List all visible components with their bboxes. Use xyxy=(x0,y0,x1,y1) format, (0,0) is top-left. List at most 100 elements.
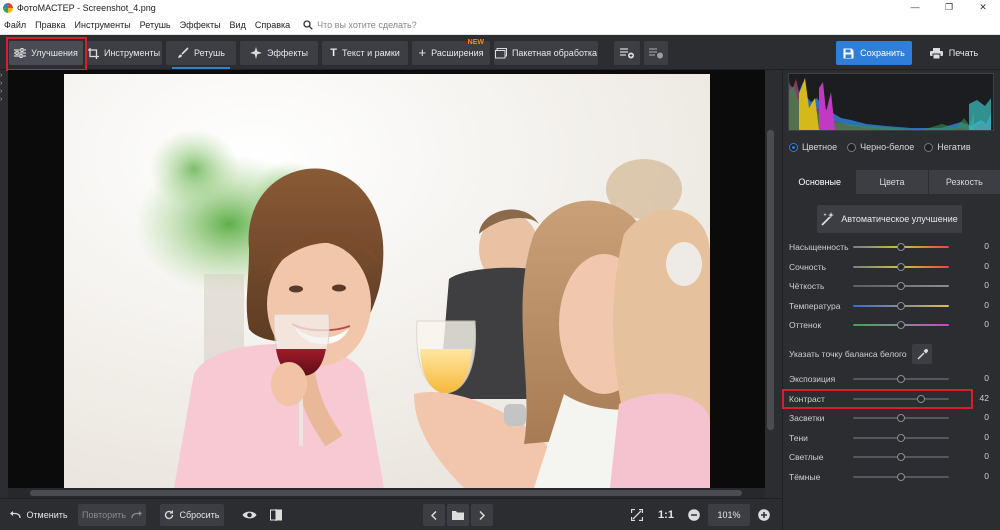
menu-view[interactable]: Вид xyxy=(230,20,246,30)
slider-knob[interactable] xyxy=(897,262,905,271)
slider-row: Тени 0 xyxy=(789,431,995,445)
radio-negative[interactable]: Негатив xyxy=(924,142,971,152)
print-button[interactable]: Печать xyxy=(918,41,990,65)
add-settings-button[interactable] xyxy=(614,41,640,65)
slider-knob[interactable] xyxy=(897,453,905,461)
radio-dot xyxy=(789,142,798,152)
menu-tools[interactable]: Инструменты xyxy=(75,20,131,30)
slider-label: Экспозиция xyxy=(789,374,836,384)
chevron-left-icon xyxy=(431,510,437,520)
eyedropper-button[interactable] xyxy=(912,344,932,364)
slider-value: 0 xyxy=(984,431,989,442)
brush-icon xyxy=(178,47,189,58)
list-add-icon xyxy=(620,48,634,59)
redo-button[interactable]: Повторить xyxy=(78,504,146,526)
slider-row: Температура 0 xyxy=(789,299,995,313)
photo-preview[interactable] xyxy=(64,74,710,488)
slider-knob[interactable] xyxy=(897,282,905,290)
photo-image xyxy=(64,74,710,488)
prev-image-button[interactable] xyxy=(423,504,445,526)
zoom-level[interactable]: 101% xyxy=(708,504,750,526)
slider-row: Тёмные 0 xyxy=(789,470,995,484)
auto-enhance-button[interactable]: Автоматическое улучшение xyxy=(817,205,962,233)
tab-sharpness[interactable]: Резкость xyxy=(928,170,1000,194)
actual-size-button[interactable]: 1:1 xyxy=(654,504,678,526)
slider-knob[interactable] xyxy=(897,243,905,251)
undo-button[interactable]: Отменить xyxy=(6,504,72,526)
horizontal-scrollbar[interactable] xyxy=(8,488,765,498)
radio-black-white[interactable]: Черно-белое xyxy=(847,142,914,152)
tab-tools[interactable]: Инструменты xyxy=(86,41,162,65)
compare-button[interactable] xyxy=(266,504,286,526)
menu-file[interactable]: Файл xyxy=(4,20,26,30)
tab-label: Инструменты xyxy=(103,48,161,58)
zoom-in-button[interactable] xyxy=(754,504,774,526)
preview-eye-button[interactable] xyxy=(238,504,260,526)
sparkle-icon xyxy=(250,47,263,59)
redo-label: Повторить xyxy=(82,510,126,520)
slider-knob[interactable] xyxy=(897,375,905,383)
tab-effects[interactable]: Эффекты xyxy=(240,41,318,65)
open-folder-button[interactable] xyxy=(447,504,469,526)
horizontal-scroll-thumb[interactable] xyxy=(30,490,742,496)
history-settings-button[interactable] xyxy=(644,41,668,65)
tab-basic[interactable]: Основные xyxy=(784,170,857,194)
color-mode-group: Цветное Черно-белое Негатив xyxy=(789,142,971,152)
histogram-graph xyxy=(789,78,991,132)
folder-icon xyxy=(452,511,464,520)
slider-label: Светлые xyxy=(789,452,824,462)
tab-label: Текст и рамки xyxy=(341,48,400,58)
next-image-button[interactable] xyxy=(471,504,493,526)
slider-row: Чёткость 0 xyxy=(789,279,995,293)
slider-value: 0 xyxy=(984,319,989,329)
slider-label: Насыщенность xyxy=(789,242,849,252)
print-label: Печать xyxy=(948,48,979,58)
menu-retouch[interactable]: Ретушь xyxy=(140,20,171,30)
new-badge: NEW xyxy=(467,39,484,46)
menu-bar: Файл Правка Инструменты Ретушь Эффекты В… xyxy=(0,15,1000,35)
slider-knob[interactable] xyxy=(897,414,905,422)
maximize-button[interactable]: ❐ xyxy=(932,0,966,15)
minimize-button[interactable]: — xyxy=(898,0,932,15)
slider-value: 0 xyxy=(984,373,989,383)
slider-knob[interactable] xyxy=(897,301,905,310)
slider-knob[interactable] xyxy=(897,433,905,442)
tab-batch-processing[interactable]: Пакетная обработка xyxy=(494,41,598,65)
tab-extensions[interactable]: + Расширения NEW xyxy=(412,39,490,65)
tab-label: Ретушь xyxy=(194,48,225,58)
compare-icon xyxy=(270,509,282,521)
slider-row: Засветки 0 xyxy=(789,411,995,425)
menu-effects[interactable]: Эффекты xyxy=(180,20,221,30)
tab-text-frames[interactable]: T Текст и рамки xyxy=(322,41,408,65)
slider-value: 42 xyxy=(979,392,989,403)
menu-help[interactable]: Справка xyxy=(255,20,290,30)
tab-retouch[interactable]: Ретушь xyxy=(166,41,236,69)
save-label: Сохранить xyxy=(860,48,905,58)
window-controls: — ❐ ✕ xyxy=(898,0,1000,15)
slider-knob[interactable] xyxy=(897,321,905,329)
zoom-out-button[interactable] xyxy=(684,504,704,526)
radio-label: Негатив xyxy=(937,142,971,152)
left-panel-arrows[interactable]: › › › › xyxy=(0,72,8,104)
slider-label: Оттенок xyxy=(789,320,822,330)
histogram xyxy=(788,73,994,132)
slider-knob[interactable] xyxy=(897,472,905,481)
slider-row: Сочность 0 xyxy=(789,260,995,274)
close-button[interactable]: ✕ xyxy=(966,0,1000,15)
command-search[interactable]: Что вы хотите сделать? xyxy=(303,20,417,30)
radio-color[interactable]: Цветное xyxy=(789,142,837,152)
tab-label: Расширения xyxy=(431,48,484,58)
batch-icon xyxy=(494,47,507,58)
reset-button[interactable]: Сбросить xyxy=(160,504,224,526)
vertical-scrollbar[interactable] xyxy=(765,70,776,488)
window-title: ФотоМАСТЕР - Screenshot_4.png xyxy=(17,2,156,13)
fit-screen-button[interactable] xyxy=(626,504,648,526)
menu-edit[interactable]: Правка xyxy=(35,20,65,30)
tab-colors[interactable]: Цвета xyxy=(856,170,929,194)
save-button[interactable]: Сохранить xyxy=(836,41,912,65)
printer-icon xyxy=(929,47,943,59)
slider-row: Светлые 0 xyxy=(789,450,995,464)
slider-value: 0 xyxy=(984,470,989,481)
undo-label: Отменить xyxy=(26,510,68,520)
vertical-scroll-thumb[interactable] xyxy=(767,130,774,430)
